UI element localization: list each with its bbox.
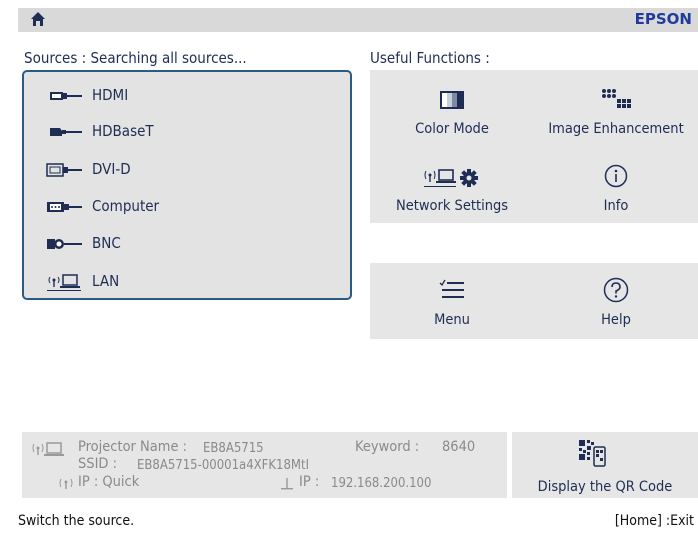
source-label-dvi-d: DVI-D: [92, 160, 131, 178]
image-enhancement-label: Image Enhancement: [548, 121, 684, 137]
wired-ip-label: IP :: [299, 474, 320, 490]
home-icon[interactable]: [30, 11, 46, 27]
menu-label: Menu: [434, 312, 470, 328]
top-bar: EPSON: [18, 8, 698, 32]
status-message: Switch the source.: [18, 513, 135, 529]
menu-button[interactable]: Menu: [370, 263, 534, 339]
lan-icon: [32, 442, 64, 456]
source-label-hdmi: HDMI: [92, 86, 129, 104]
wired-lan-icon: [281, 478, 293, 490]
help-icon: [603, 277, 629, 303]
wired-ip-value: 192.168.200.100: [331, 476, 432, 491]
network-info-panel: Projector Name : EB8A5715 Keyword : 8640…: [22, 432, 507, 498]
dvi-connector-icon: [46, 163, 82, 177]
ssid-label: SSID :: [78, 456, 117, 472]
keyword-label: Keyword :: [355, 439, 420, 455]
image-enhancement-icon: [602, 89, 631, 108]
vga-connector-icon: [47, 202, 82, 212]
wireless-ip-label: IP : Quick: [78, 474, 140, 490]
help-button[interactable]: Help: [534, 263, 698, 339]
hdbaset-connector-icon: [50, 128, 82, 136]
source-label-computer: Computer: [92, 197, 160, 215]
color-mode-icon: [440, 91, 464, 109]
qr-code-icon: [579, 440, 606, 467]
useful-functions-title: Useful Functions :: [370, 49, 490, 67]
network-settings-label: Network Settings: [395, 198, 509, 214]
color-mode-button[interactable]: Color Mode: [370, 70, 534, 146]
display-qr-code-button[interactable]: Display the QR Code: [512, 432, 698, 498]
network-settings-icon: [424, 169, 478, 187]
help-label: Help: [601, 312, 631, 328]
source-label-bnc: BNC: [92, 234, 121, 252]
source-label-lan: LAN: [92, 272, 120, 290]
wireless-icon: [59, 478, 73, 489]
color-mode-label: Color Mode: [415, 121, 489, 137]
keyword-value: 8640: [442, 439, 476, 455]
source-label-hdbaset: HDBaseT: [92, 122, 154, 140]
qr-code-label: Display the QR Code: [537, 479, 673, 495]
network-settings-button[interactable]: Network Settings: [370, 147, 534, 223]
bnc-connector-icon: [47, 239, 82, 249]
exit-hint: [Home] :Exit: [614, 513, 694, 529]
info-icon: [604, 164, 628, 188]
menu-icon: [439, 279, 464, 298]
info-label: Info: [603, 198, 629, 214]
projector-name-label: Projector Name :: [78, 439, 188, 455]
hdmi-connector-icon: [50, 92, 82, 100]
projector-name-value: EB8A5715: [203, 441, 264, 456]
sources-title: Sources : Searching all sources...: [24, 49, 247, 67]
ssid-value: EB8A5715-00001a4XFK18MtI: [137, 458, 310, 473]
brand-logo: EPSON: [634, 10, 692, 28]
lan-icon: [47, 274, 81, 291]
image-enhancement-button[interactable]: Image Enhancement: [534, 70, 698, 146]
info-button[interactable]: Info: [534, 147, 698, 223]
